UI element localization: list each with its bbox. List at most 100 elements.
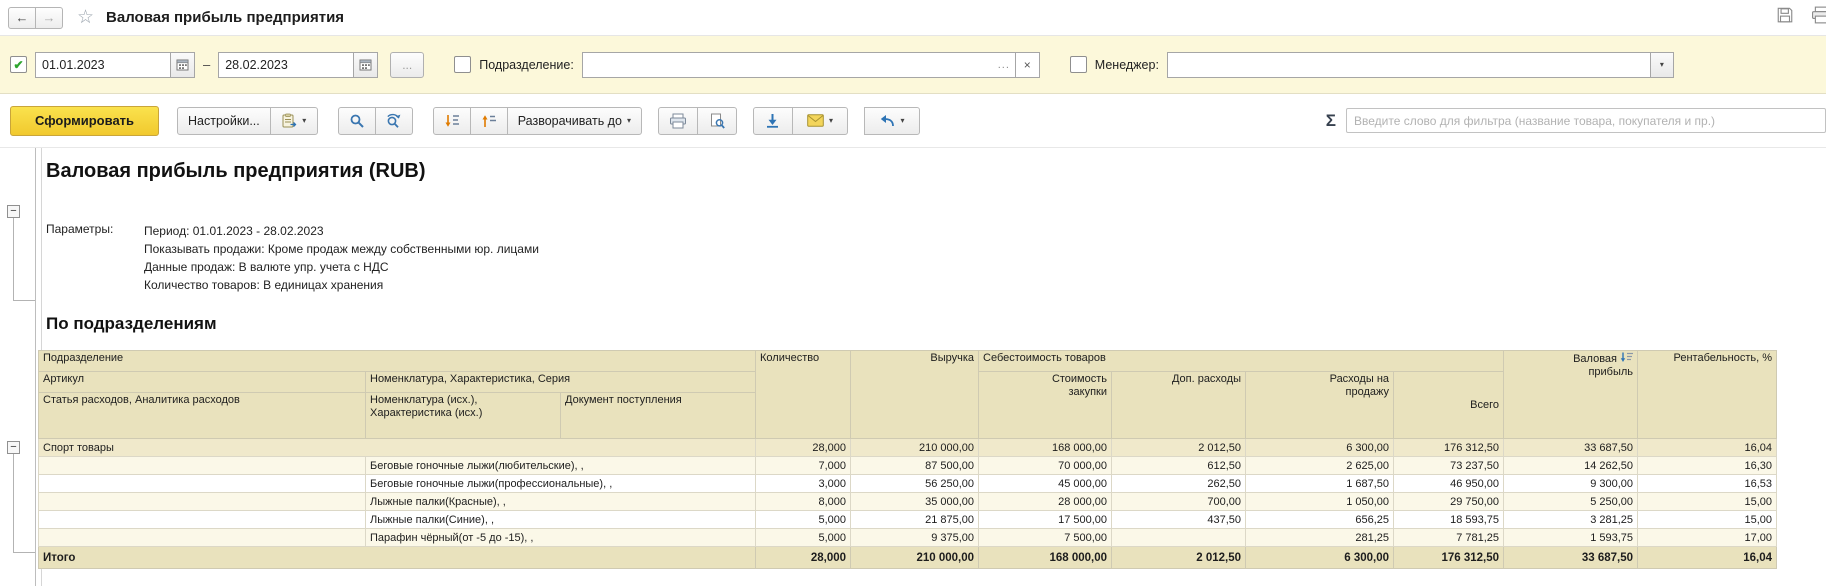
cell-purchase-cost[interactable]: 45 000,00 (979, 475, 1112, 493)
cell-sales-expenses[interactable]: 281,25 (1246, 529, 1394, 547)
cell-margin[interactable]: 16,30 (1638, 457, 1777, 475)
cell-gross-profit[interactable]: 14 262,50 (1504, 457, 1638, 475)
favorite-star-icon[interactable]: ☆ (77, 6, 94, 29)
cell-gross-profit[interactable]: 1 593,75 (1504, 529, 1638, 547)
settings-button[interactable]: Настройки... (177, 107, 271, 135)
expand-groups-button[interactable] (433, 107, 471, 135)
cell-quantity[interactable]: 5,000 (756, 529, 851, 547)
cell-revenue[interactable]: 210 000,00 (851, 439, 979, 457)
cell-margin[interactable]: 16,04 (1638, 547, 1777, 569)
collapse-groups-button[interactable] (470, 107, 508, 135)
save-button[interactable] (1776, 6, 1794, 29)
print-button-top[interactable] (1810, 6, 1826, 29)
cell-quantity[interactable]: 5,000 (756, 511, 851, 529)
report-collapse-button[interactable]: − (7, 205, 20, 218)
manager-checkbox[interactable] (1070, 56, 1087, 73)
cell-total-label[interactable]: Итого (39, 547, 756, 569)
cell-purchase-cost[interactable]: 7 500,00 (979, 529, 1112, 547)
quick-filter-input[interactable] (1346, 108, 1826, 133)
cell-margin[interactable]: 15,00 (1638, 511, 1777, 529)
manager-dropdown-button[interactable]: ▾ (1650, 53, 1673, 77)
cell-gross-profit[interactable]: 3 281,25 (1504, 511, 1638, 529)
cell-sales-expenses[interactable]: 6 300,00 (1246, 547, 1394, 569)
cell-quantity[interactable]: 7,000 (756, 457, 851, 475)
cell-margin[interactable]: 16,53 (1638, 475, 1777, 493)
cell-nomenclature[interactable]: Парафин чёрный(от -5 до -15), , (366, 529, 756, 547)
expand-to-button[interactable]: Разворачивать до ▾ (507, 107, 642, 135)
cell-nomenclature[interactable]: Лыжные палки(Красные), , (366, 493, 756, 511)
cell-add-expenses[interactable]: 700,00 (1112, 493, 1246, 511)
cell-total[interactable]: 176 312,50 (1394, 439, 1504, 457)
cell-purchase-cost[interactable]: 17 500,00 (979, 511, 1112, 529)
generate-button[interactable]: Сформировать (10, 106, 159, 136)
cell-purchase-cost[interactable]: 70 000,00 (979, 457, 1112, 475)
forward-button[interactable]: → (35, 7, 63, 29)
cell-sales-expenses[interactable]: 2 625,00 (1246, 457, 1394, 475)
manager-input[interactable] (1168, 53, 1650, 77)
period-checkbox[interactable]: ✔ (10, 56, 27, 73)
cell-revenue[interactable]: 56 250,00 (851, 475, 979, 493)
cell-total[interactable]: 46 950,00 (1394, 475, 1504, 493)
cell-gross-profit[interactable]: 9 300,00 (1504, 475, 1638, 493)
cell-nomenclature[interactable]: Лыжные палки(Синие), , (366, 511, 756, 529)
division-collapse-button[interactable]: − (7, 441, 20, 454)
cell-total[interactable]: 18 593,75 (1394, 511, 1504, 529)
cell-nomenclature[interactable]: Беговые гоночные лыжи(профессиональные),… (366, 475, 756, 493)
related-reports-button[interactable]: ▾ (864, 107, 920, 135)
cell-total[interactable]: 73 237,50 (1394, 457, 1504, 475)
period-from-input[interactable] (36, 53, 170, 77)
chevron-down-icon: ▾ (900, 116, 904, 125)
cell-margin[interactable]: 16,04 (1638, 439, 1777, 457)
division-clear-button[interactable]: × (1015, 52, 1040, 78)
cell-division[interactable]: Спорт товары (39, 439, 756, 457)
cell-sales-expenses[interactable]: 1 687,50 (1246, 475, 1394, 493)
calendar-button-from[interactable] (170, 53, 194, 77)
cell-add-expenses[interactable]: 612,50 (1112, 457, 1246, 475)
period-to-input[interactable] (219, 53, 353, 77)
search-button[interactable] (338, 107, 376, 135)
cell-purchase-cost[interactable]: 28 000,00 (979, 493, 1112, 511)
cell-quantity[interactable]: 8,000 (756, 493, 851, 511)
cell-add-expenses[interactable]: 262,50 (1112, 475, 1246, 493)
print-preview-button[interactable] (697, 107, 737, 135)
cell-total[interactable]: 7 781,25 (1394, 529, 1504, 547)
save-file-button[interactable] (753, 107, 793, 135)
cell-total[interactable]: 29 750,00 (1394, 493, 1504, 511)
cell-sales-expenses[interactable]: 6 300,00 (1246, 439, 1394, 457)
cell-nomenclature[interactable]: Беговые гоночные лыжи(любительские), , (366, 457, 756, 475)
cell-quantity[interactable]: 3,000 (756, 475, 851, 493)
cell-quantity[interactable]: 28,000 (756, 439, 851, 457)
cell-margin[interactable]: 17,00 (1638, 529, 1777, 547)
cell-revenue[interactable]: 21 875,00 (851, 511, 979, 529)
cell-margin[interactable]: 15,00 (1638, 493, 1777, 511)
print-button[interactable] (658, 107, 698, 135)
cell-gross-profit[interactable]: 5 250,00 (1504, 493, 1638, 511)
col-header-gross-profit[interactable]: Валовая прибыль (1504, 351, 1638, 439)
cell-sales-expenses[interactable]: 656,25 (1246, 511, 1394, 529)
calendar-button-to[interactable] (353, 53, 377, 77)
search-settings-button[interactable] (375, 107, 413, 135)
back-button[interactable]: ← (8, 7, 36, 29)
cell-sales-expenses[interactable]: 1 050,00 (1246, 493, 1394, 511)
cell-revenue[interactable]: 87 500,00 (851, 457, 979, 475)
cell-total[interactable]: 176 312,50 (1394, 547, 1504, 569)
cell-revenue[interactable]: 210 000,00 (851, 547, 979, 569)
report-variants-button[interactable]: ▾ (270, 107, 318, 135)
send-email-button[interactable]: ▾ (792, 107, 848, 135)
cell-quantity[interactable]: 28,000 (756, 547, 851, 569)
cell-add-expenses[interactable]: 2 012,50 (1112, 439, 1246, 457)
cell-add-expenses[interactable] (1112, 529, 1246, 547)
cell-revenue[interactable]: 9 375,00 (851, 529, 979, 547)
cell-revenue[interactable]: 35 000,00 (851, 493, 979, 511)
period-options-button[interactable]: ... (390, 52, 424, 78)
cell-purchase-cost[interactable]: 168 000,00 (979, 547, 1112, 569)
division-input[interactable] (583, 53, 993, 77)
cell-add-expenses[interactable]: 437,50 (1112, 511, 1246, 529)
cell-gross-profit[interactable]: 33 687,50 (1504, 547, 1638, 569)
export-group: ▾ (753, 107, 848, 135)
division-checkbox[interactable] (454, 56, 471, 73)
cell-gross-profit[interactable]: 33 687,50 (1504, 439, 1638, 457)
cell-purchase-cost[interactable]: 168 000,00 (979, 439, 1112, 457)
cell-add-expenses[interactable]: 2 012,50 (1112, 547, 1246, 569)
division-choose-button[interactable]: ... (993, 53, 1015, 77)
